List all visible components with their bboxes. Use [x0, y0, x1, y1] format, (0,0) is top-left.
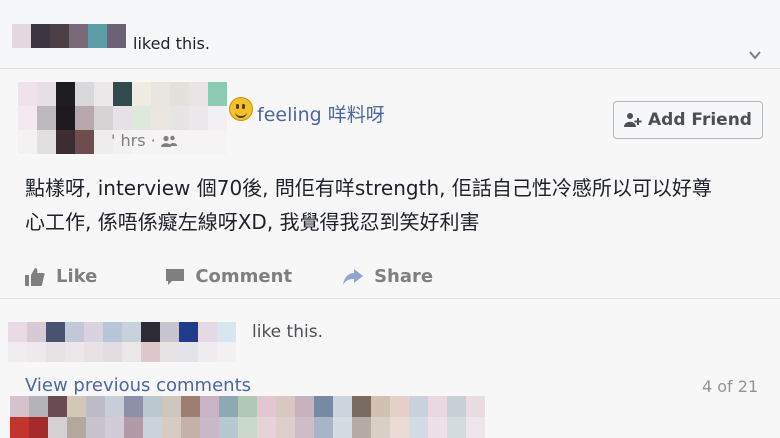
share-button[interactable]: Share	[342, 266, 433, 287]
post-timestamp[interactable]: ' hrs ·	[111, 131, 156, 150]
post-text: 點樣呀, interview 個70後, 問佢有咩strength, 佢話自己性…	[25, 171, 765, 239]
add-friend-icon	[624, 113, 642, 127]
post-actions: Like Comment Share	[24, 266, 473, 287]
chevron-down-icon[interactable]	[748, 48, 762, 62]
share-arrow-icon	[343, 268, 364, 285]
comments-counter: 4 of 21	[702, 377, 759, 396]
post-text-line: 心工作, 係唔係癡左線呀XD, 我覺得我忍到笑好利害	[25, 210, 480, 234]
comment-icon	[166, 268, 185, 285]
like-this-text: like this.	[252, 322, 323, 342]
comment-label: Comment	[195, 266, 293, 287]
news-feed-post: liked this. feeling 咩料呀 ' hrs · Add Frie…	[0, 0, 780, 438]
like-label: Like	[56, 266, 98, 287]
friends-icon[interactable]	[160, 135, 178, 147]
redacted-commenter-mosaic	[10, 396, 485, 438]
redacted-reactors-mosaic	[8, 322, 236, 362]
view-previous-comments-link[interactable]: View previous comments	[25, 375, 251, 396]
add-friend-label: Add Friend	[648, 110, 752, 130]
liked-this-text: liked this.	[133, 34, 210, 53]
add-friend-button[interactable]: Add Friend	[613, 101, 763, 139]
divider	[0, 298, 780, 299]
comment-button[interactable]: Comment	[165, 266, 292, 287]
story-header: liked this.	[0, 0, 780, 69]
smiley-emoji-icon	[229, 97, 253, 121]
feeling-activity[interactable]: feeling 咩料呀	[257, 100, 385, 127]
share-label: Share	[374, 266, 434, 287]
like-button[interactable]: Like	[24, 266, 97, 287]
redacted-name-mosaic	[12, 24, 126, 48]
post-meta: ' hrs ·	[111, 131, 178, 150]
thumbs-up-icon	[25, 267, 45, 286]
post-text-line: 點樣呀, interview 個70後, 問佢有咩strength, 佢話自己性…	[25, 176, 712, 200]
